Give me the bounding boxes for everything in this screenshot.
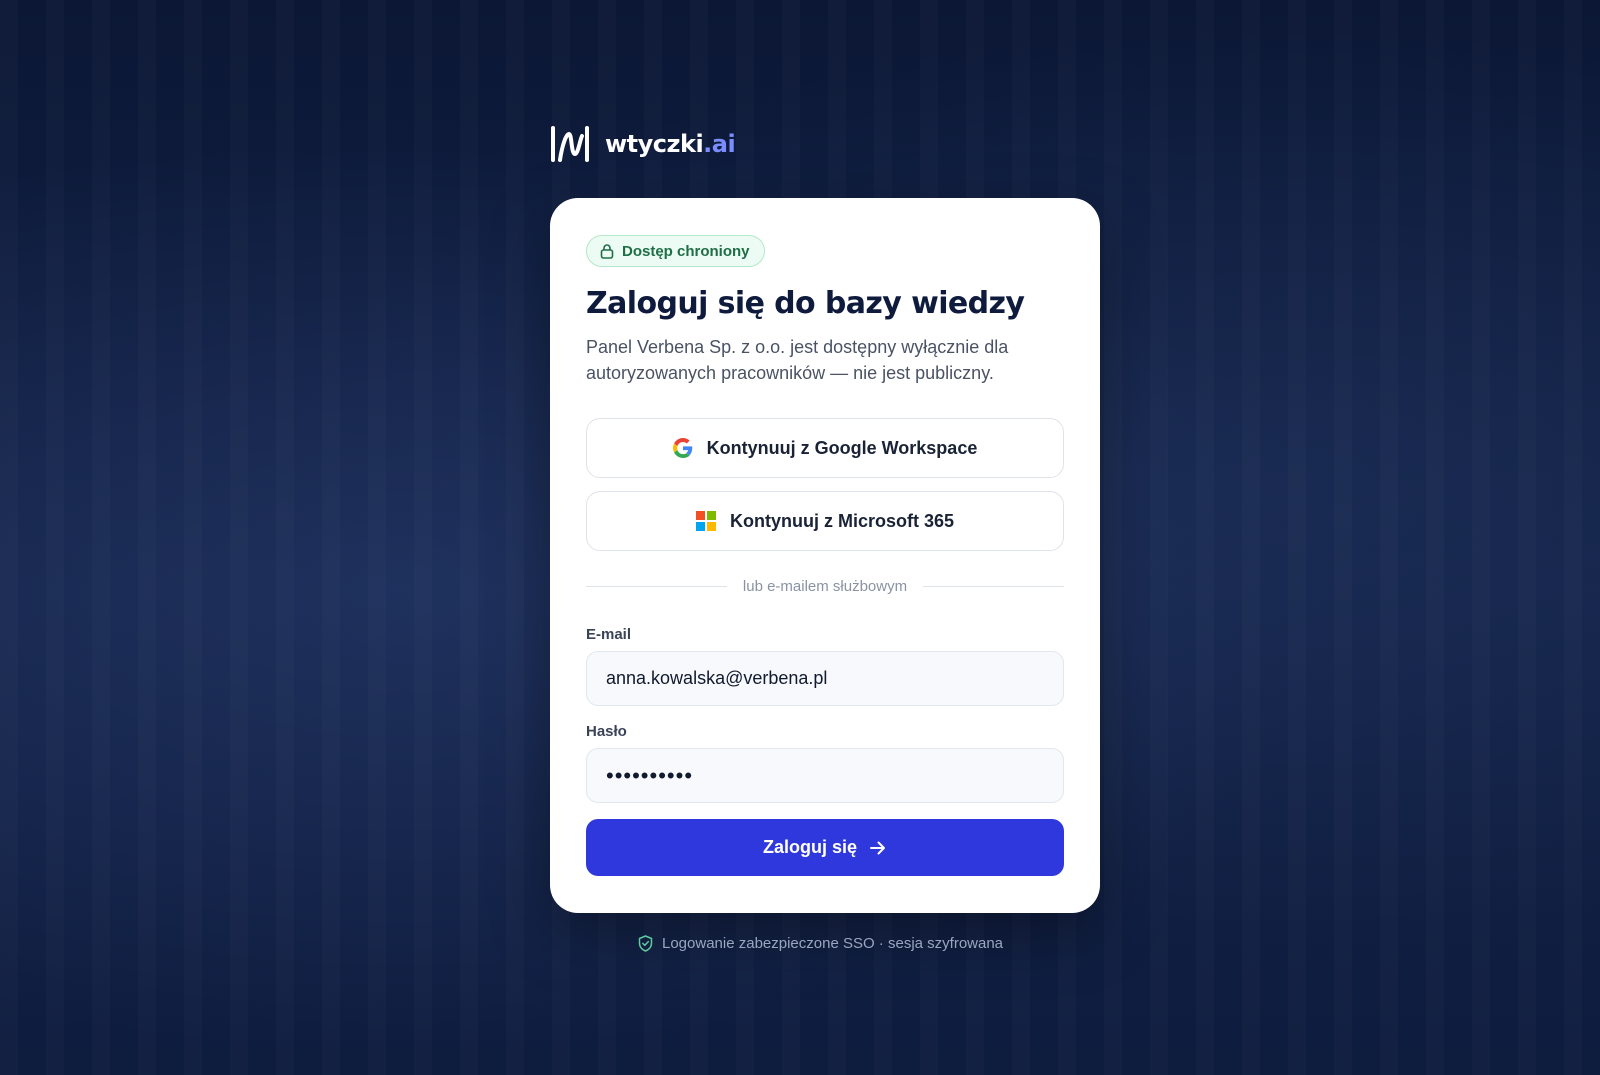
login-button[interactable]: Zaloguj się	[586, 819, 1064, 876]
or-divider: lub e-mailem służbowym	[586, 578, 1064, 595]
divider-label: lub e-mailem służbowym	[742, 578, 908, 595]
email-label: E-mail	[586, 626, 632, 643]
protected-access-badge: Dostęp chroniony	[586, 235, 765, 267]
google-icon	[672, 438, 692, 458]
wtyczki-logo-icon	[551, 126, 589, 162]
lock-icon	[600, 244, 614, 259]
password-label: Hasło	[586, 723, 627, 740]
shield-check-icon	[638, 935, 653, 952]
microsoft-365-button[interactable]: Kontynuuj z Microsoft 365	[586, 491, 1064, 551]
arrow-right-icon	[870, 841, 886, 854]
brand-logo: wtyczki.ai	[549, 126, 736, 162]
login-card: Dostęp chroniony Zaloguj się do bazy wie…	[550, 198, 1100, 913]
security-note-text: Logowanie zabezpieczone SSO · sesja szyf…	[662, 935, 1004, 952]
google-button-label: Kontynuuj z Google Workspace	[706, 437, 978, 458]
divider-line-left	[586, 586, 727, 587]
password-field[interactable]	[586, 748, 1064, 803]
brand-name: wtyczki.ai	[605, 130, 736, 158]
badge-label: Dostęp chroniony	[622, 242, 750, 260]
email-field[interactable]	[586, 651, 1064, 706]
microsoft-button-label: Kontynuuj z Microsoft 365	[729, 510, 954, 531]
login-button-label: Zaloguj się	[762, 837, 858, 857]
divider-line-right	[923, 586, 1064, 587]
security-note: Logowanie zabezpieczone SSO · sesja szyf…	[638, 935, 1003, 952]
google-workspace-button[interactable]: Kontynuuj z Google Workspace	[586, 418, 1064, 478]
page-title: Zaloguj się do bazy wiedzy	[586, 286, 1025, 321]
page-subtitle: Panel Verbena Sp. z o.o. jest dostępny w…	[586, 337, 1009, 383]
microsoft-icon	[695, 511, 716, 531]
